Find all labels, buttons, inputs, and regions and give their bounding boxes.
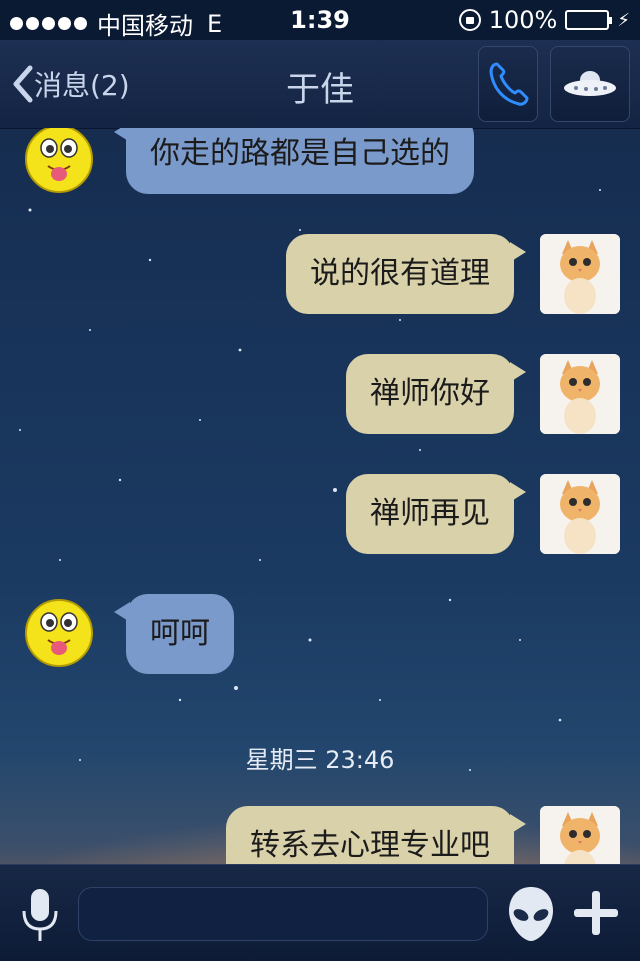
message-list[interactable]: 你走的路都是自己选的 说的很有道理 禅师你好 禅师再见 呵呵 星期三 23:46… — [0, 128, 640, 864]
chat-title: 于佳 — [286, 70, 354, 110]
timestamp: 星期三 23:46 — [245, 746, 395, 774]
status-bar: 中国移动 E 1:39 100% ⚡ — [0, 0, 640, 40]
smiley-icon[interactable] — [24, 598, 94, 668]
message-bubble[interactable]: 禅师你好 — [346, 354, 526, 434]
alien-emoji-icon[interactable] — [506, 885, 556, 943]
cat-avatar[interactable] — [540, 806, 620, 864]
call-button[interactable] — [478, 46, 538, 122]
smiley-icon[interactable] — [24, 128, 94, 194]
message-bubble[interactable]: 说的很有道理 — [286, 234, 526, 314]
plus-icon[interactable] — [572, 889, 620, 937]
ufo-menu-button[interactable] — [550, 46, 630, 122]
rotation-lock-icon — [458, 9, 481, 31]
charging-icon: ⚡ — [617, 9, 630, 31]
battery-percent: 100% — [488, 6, 558, 34]
message-bubble[interactable]: 呵呵 — [114, 594, 234, 674]
battery-icon — [565, 10, 613, 30]
nav-bar: 消息(2) 于佳 — [0, 40, 640, 129]
status-right: 100% ⚡ — [458, 6, 630, 34]
ufo-icon — [564, 71, 616, 96]
message-bubble[interactable]: 你走的路都是自己选的 — [114, 128, 474, 194]
message-bubble[interactable]: 禅师再见 — [346, 474, 526, 554]
cat-avatar[interactable] — [540, 474, 620, 554]
phone-icon — [489, 62, 529, 106]
cat-avatar[interactable] — [540, 354, 620, 434]
cat-avatar[interactable] — [540, 234, 620, 314]
input-bar — [0, 864, 640, 961]
microphone-icon[interactable] — [18, 887, 62, 943]
message-bubble[interactable]: 转系去心理专业吧 — [226, 806, 526, 864]
message-input[interactable] — [78, 887, 488, 941]
